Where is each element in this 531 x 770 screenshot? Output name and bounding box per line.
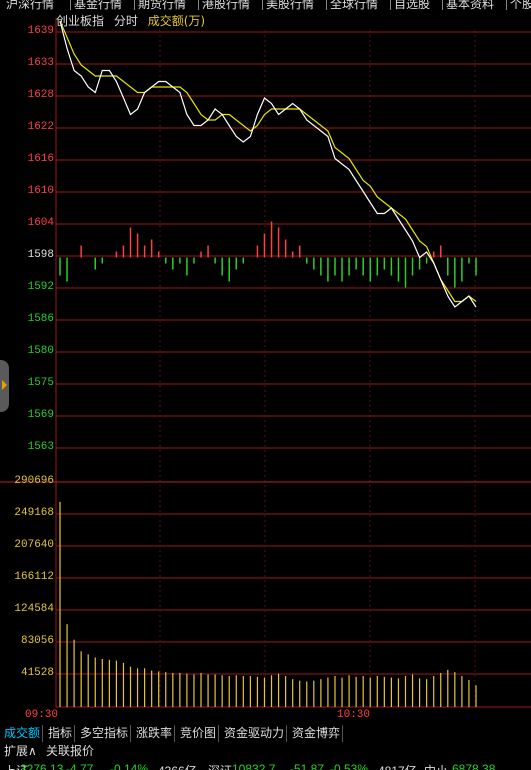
price-axis-label: 1622 [27,121,54,133]
volume-axis-label: 207640 [14,539,54,551]
price-axis-label: 1569 [27,409,54,421]
ticker-item: -0.53% [330,762,369,770]
price-axis-label: 1633 [27,57,54,69]
volume-axis-label: 41528 [20,667,54,679]
indicator-tabs: 成交额 指标 多空指标 涨跌率 竞价图 资金驱动力 资金博弈 [0,725,531,742]
price-axis-label: 1610 [27,185,54,197]
volume-axis-label: 249168 [14,507,54,519]
volume-axis-label: 124584 [14,603,54,615]
ticker-item: -4.77 [66,762,94,770]
tab-long-short[interactable]: 多空指标 [78,725,132,742]
tab-capital-drive[interactable]: 资金驱动力 [222,725,288,742]
intraday-chart[interactable] [0,0,531,725]
tab-turnover[interactable]: 成交额 [2,725,44,742]
price-axis-label: 1563 [27,441,54,453]
ticker-item: 3276.13 [20,762,64,770]
price-axis-label: 1586 [27,313,54,325]
ticker-item: 10832.7 [232,762,276,770]
price-axis-label: 1616 [27,153,54,165]
ticker-item: 4817亿 [378,762,417,770]
tab-advance-decline[interactable]: 涨跌率 [134,725,176,742]
ticker-item: -51.87 [290,762,325,770]
time-label-open: 09:30 [25,709,59,721]
tab-auction-chart[interactable]: 竞价图 [178,725,220,742]
expand-left-handle[interactable] [0,360,9,412]
arrow-right-icon [2,380,7,390]
price-axis-label: 1639 [27,25,54,37]
tab-capital-game[interactable]: 资金博弈 [290,725,344,742]
expand-button[interactable]: 扩展∧ [4,743,37,759]
tab-indicator[interactable]: 指标 [46,725,76,742]
price-axis-label: 1598 [27,249,54,261]
volume-axis-label: 166112 [14,571,54,583]
ticker-item: -0.14% [110,762,149,770]
related-quotes-button[interactable]: 关联报价 [46,743,94,759]
ticker-item: 中小 [424,762,448,770]
time-label-1030: 10:30 [337,709,371,721]
index-ticker: 上证3276.13-4.77-0.14%4366亿深证10832.7-51.87… [0,760,531,770]
price-axis-label: 1604 [27,217,54,229]
bottom-toolbar: 扩展∧ 关联报价 [0,742,531,760]
price-axis-label: 1580 [27,345,54,357]
price-axis-label: 1592 [27,281,54,293]
price-axis-label: 1628 [27,89,54,101]
average-price-line [59,20,477,303]
volume-axis-label: 290696 [14,475,54,487]
volume-axis-label: 83056 [20,635,54,647]
ticker-item: 6878.38 [452,762,496,770]
ticker-item: 深证 [208,762,232,770]
ticker-item: 4366亿 [158,762,197,770]
